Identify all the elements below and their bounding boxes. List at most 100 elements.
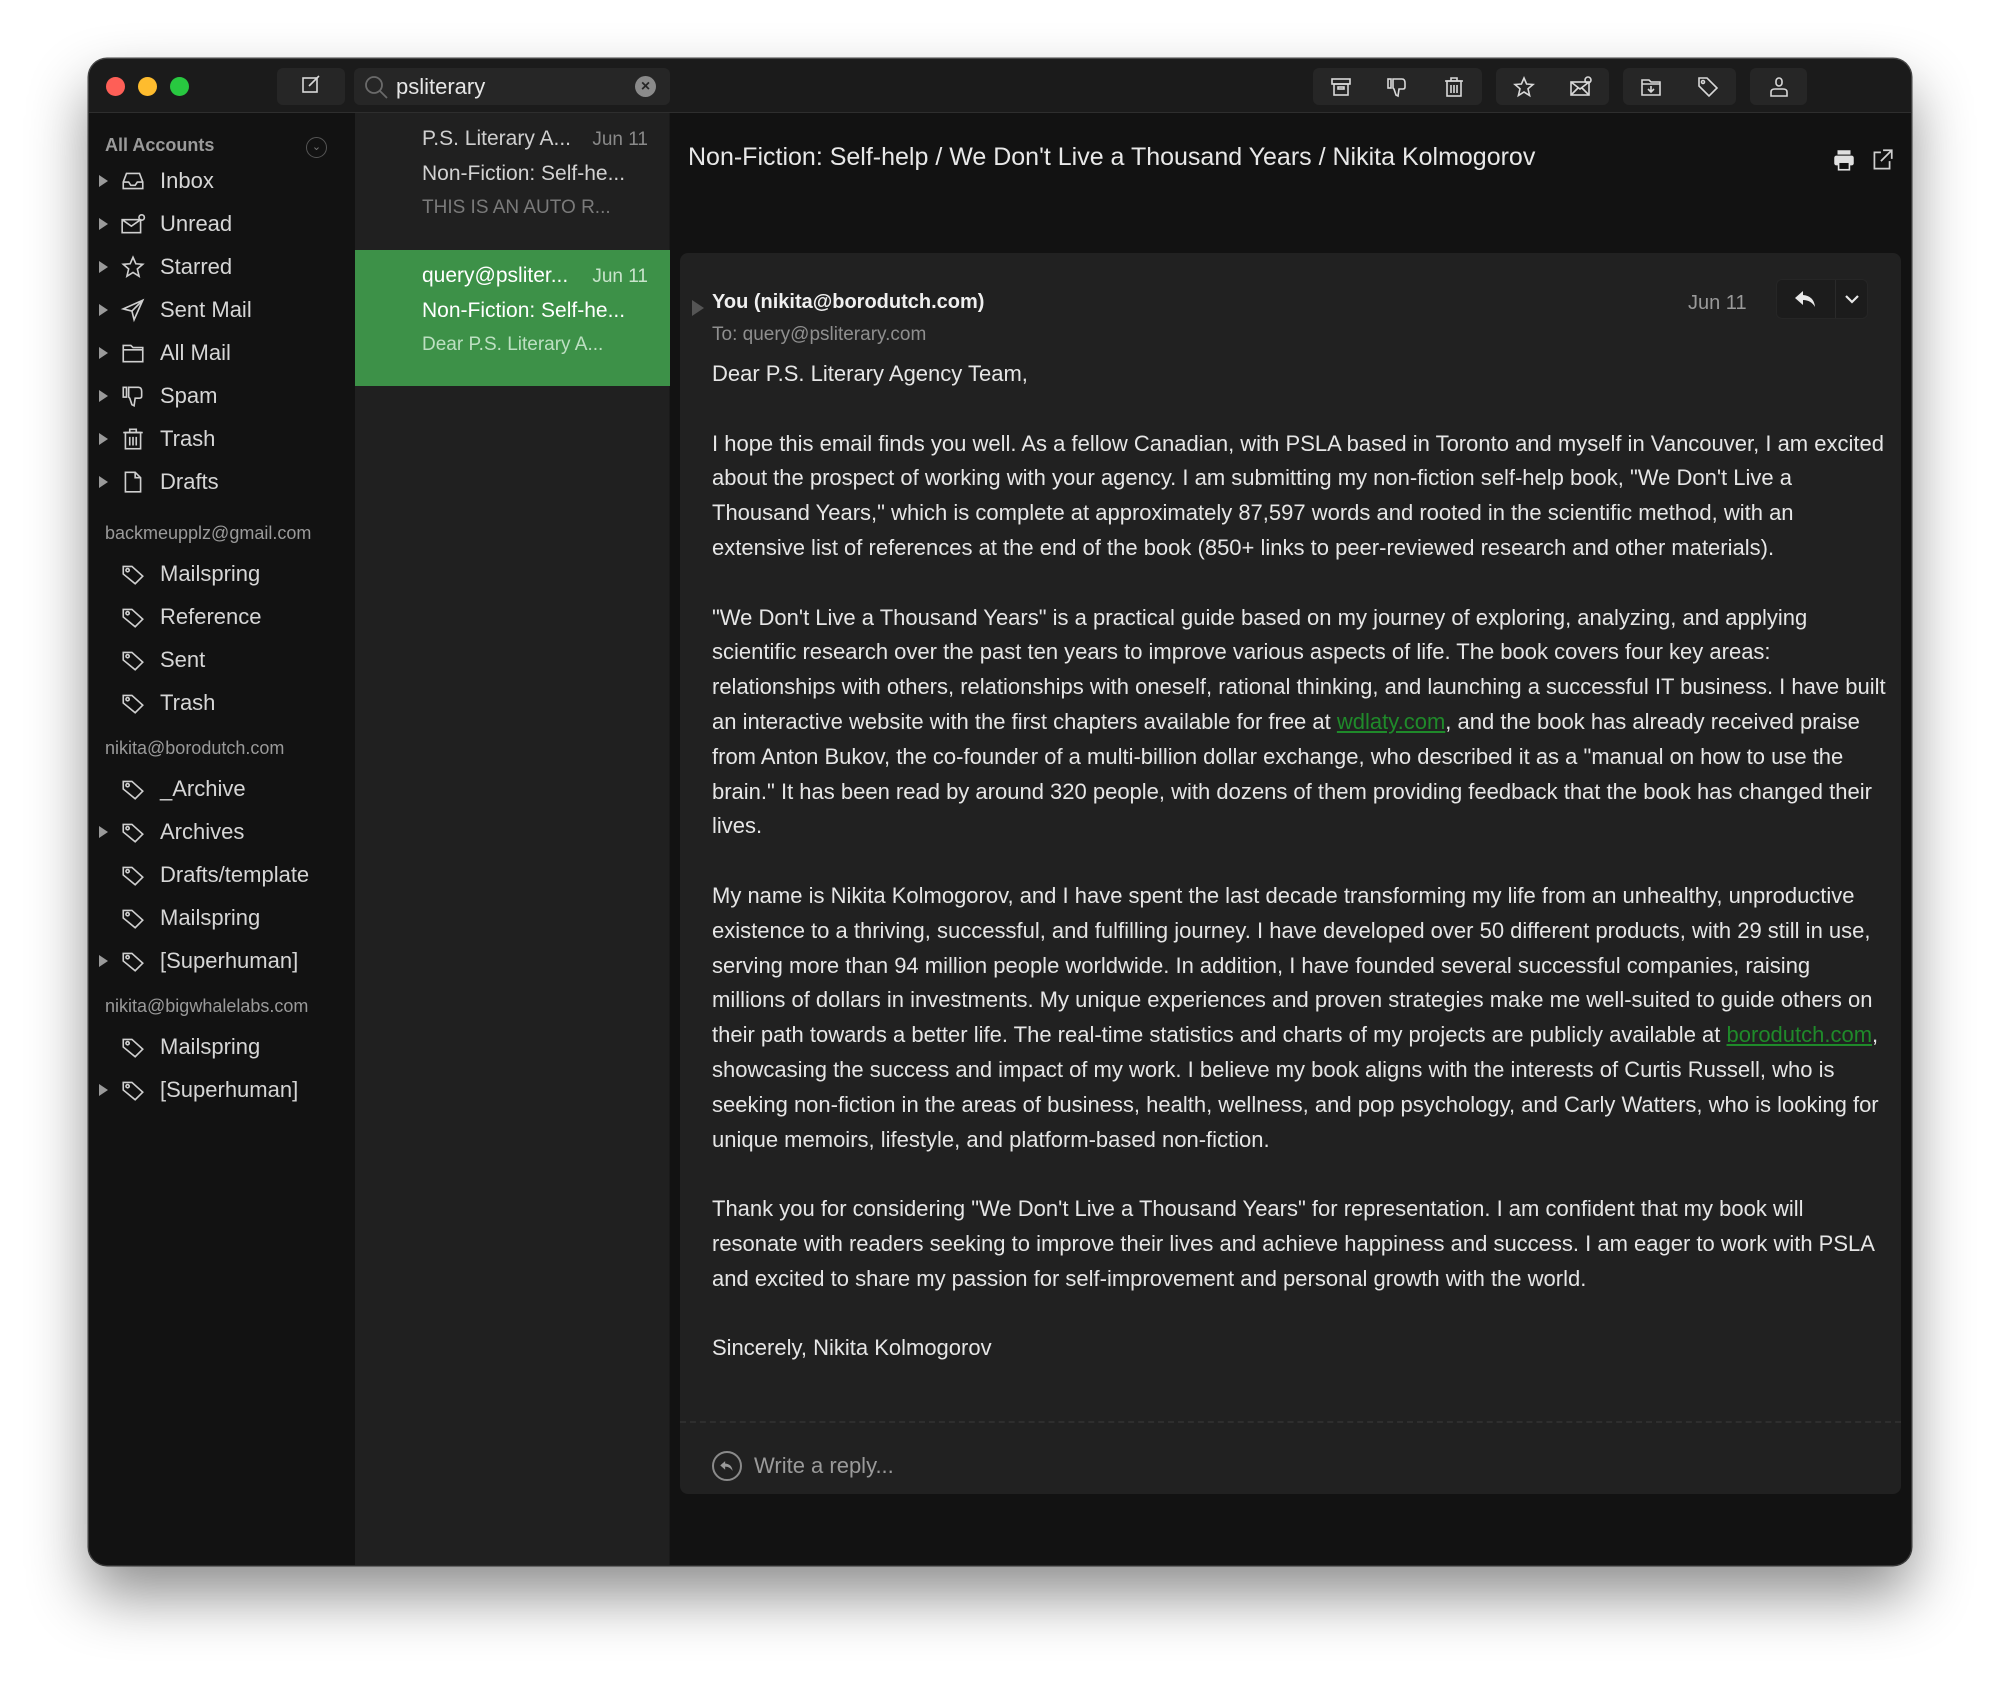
write-reply-field[interactable]: Write a reply... [712,1451,894,1481]
sidebar-item-mailspring[interactable]: Mailspring [89,898,355,938]
sidebar-item-unread[interactable]: Unread [89,204,355,244]
expand-arrow-icon[interactable] [99,390,108,402]
inbox-icon [120,168,146,194]
sidebar-item-superhuman[interactable]: [Superhuman] [89,1070,355,1110]
body-text: My name is Nikita Kolmogorov, and I have… [712,882,1873,1048]
tag-icon [120,647,146,673]
sidebar-item-label: All Mail [160,340,231,365]
expand-arrow-icon[interactable] [99,1084,108,1096]
tag-icon [120,604,146,630]
popout-icon [1873,149,1893,170]
message-sender: query@psliter... [422,264,569,287]
message-list-item-selected[interactable]: query@psliter... Jun 11 Non-Fiction: Sel… [355,250,670,386]
expand-arrow-icon[interactable] [99,261,108,273]
toolbar-group-organize [1623,68,1736,105]
sidebar-item-reference[interactable]: Reference [89,597,355,637]
expand-arrow-icon[interactable] [99,347,108,359]
sidebar-item-label: Spam [160,383,218,408]
star-button[interactable] [1496,68,1552,105]
expand-arrow-icon[interactable] [99,476,108,488]
print-icon [1834,150,1854,171]
sidebar-item-label: Sent Mail [160,297,252,322]
sidebar-item-spam[interactable]: Spam [89,376,355,416]
message-sender: P.S. Literary A... [422,127,572,150]
reply-button[interactable] [1777,280,1836,318]
sidebar-item-mailspring[interactable]: Mailspring [89,1027,355,1067]
sidebar-item-label: Unread [160,211,233,236]
search-input[interactable] [396,73,626,100]
expand-arrow-icon[interactable] [99,433,108,445]
move-to-folder-icon [1641,78,1662,96]
search-field[interactable]: × [354,68,670,105]
spam-button[interactable] [1369,68,1425,105]
tag-icon [120,776,146,802]
label-button[interactable] [1680,68,1736,105]
sidebar-item-label: Sent [160,647,206,672]
expand-arrow-icon[interactable] [99,175,108,187]
tag-icon [120,1077,146,1103]
account-button[interactable] [1750,68,1807,105]
message-list-item[interactable]: P.S. Literary A... Jun 11 Non-Fiction: S… [355,113,670,249]
tag-icon [120,819,146,845]
message-date: Jun 11 [592,129,648,150]
body-paragraph: My name is Nikita Kolmogorov, and I have… [712,879,1888,1157]
all-accounts-label: All Accounts [105,135,215,155]
mark-unread-button[interactable] [1553,68,1609,105]
expand-headers-toggle[interactable] [692,300,704,316]
sidebar-item-drafts-template[interactable]: Drafts/template [89,855,355,895]
archive-button[interactable] [1313,68,1369,105]
sidebar-item-label: Trash [160,426,216,451]
trash-button[interactable] [1426,68,1482,105]
thread-subject: Non-Fiction: Self-help / We Don't Live a… [688,143,1536,171]
expand-arrow-icon[interactable] [99,955,108,967]
archive-icon [1331,77,1351,96]
sidebar-item-trash[interactable]: Trash [89,419,355,459]
message-list: P.S. Literary A... Jun 11 Non-Fiction: S… [355,113,670,1565]
popout-button[interactable] [1869,147,1895,173]
message-body: Dear P.S. Literary Agency Team, I hope t… [712,357,1888,1401]
compose-icon [299,72,323,101]
toolbar-group-actions [1313,68,1482,105]
body-paragraph: "We Don't Live a Thousand Years" is a pr… [712,601,1888,845]
move-to-folder-button[interactable] [1623,68,1679,105]
clear-search-button[interactable]: × [635,76,656,97]
sidebar-item-label: Reference [160,604,262,629]
sidebar-item-archive[interactable]: _Archive [89,769,355,809]
sidebar: All Accounts ⌄ Inbox Unread Starred Sent Ma… [89,113,355,1565]
expand-arrow-icon[interactable] [99,218,108,230]
expand-arrow-icon[interactable] [99,304,108,316]
mail-window: × [89,59,1911,1565]
zoom-window-button[interactable] [170,77,189,96]
sidebar-item-label: [Superhuman] [160,948,299,973]
reply-options-dropdown[interactable] [1836,280,1867,318]
sidebar-item-drafts[interactable]: Drafts [89,462,355,502]
label-icon [1697,76,1718,97]
star-icon [120,254,146,280]
sidebar-item-superhuman[interactable]: [Superhuman] [89,941,355,981]
accounts-collapse-toggle[interactable]: ⌄ [306,137,327,158]
expand-arrow-icon[interactable] [99,826,108,838]
chevron-down-icon [1844,295,1859,304]
toolbar-group-flags [1496,68,1609,105]
tag-icon [120,862,146,888]
close-window-button[interactable] [106,77,125,96]
compose-button[interactable] [277,68,345,105]
sidebar-item-starred[interactable]: Starred [89,247,355,287]
minimize-window-button[interactable] [138,77,157,96]
sidebar-item-label: Mailspring [160,1034,261,1059]
tag-icon [120,690,146,716]
sidebar-item-sent-mail[interactable]: Sent Mail [89,290,355,330]
body-greeting: Dear P.S. Literary Agency Team, [712,361,1028,386]
sidebar-item-all-mail[interactable]: All Mail [89,333,355,373]
star-icon [1513,75,1536,97]
sidebar-item-archives[interactable]: Archives [89,812,355,852]
sidebar-item-sent[interactable]: Sent [89,640,355,680]
sidebar-item-inbox[interactable]: Inbox [89,161,355,201]
sidebar-item-label: Trash [160,690,216,715]
sidebar-item-mailspring[interactable]: Mailspring [89,554,355,594]
sidebar-item-trash[interactable]: Trash [89,683,355,723]
spam-icon [1387,77,1407,97]
borodutch-link[interactable]: borodutch.com [1727,1022,1873,1047]
print-button[interactable] [1831,147,1857,173]
wdlaty-link[interactable]: wdlaty.com [1337,709,1445,734]
